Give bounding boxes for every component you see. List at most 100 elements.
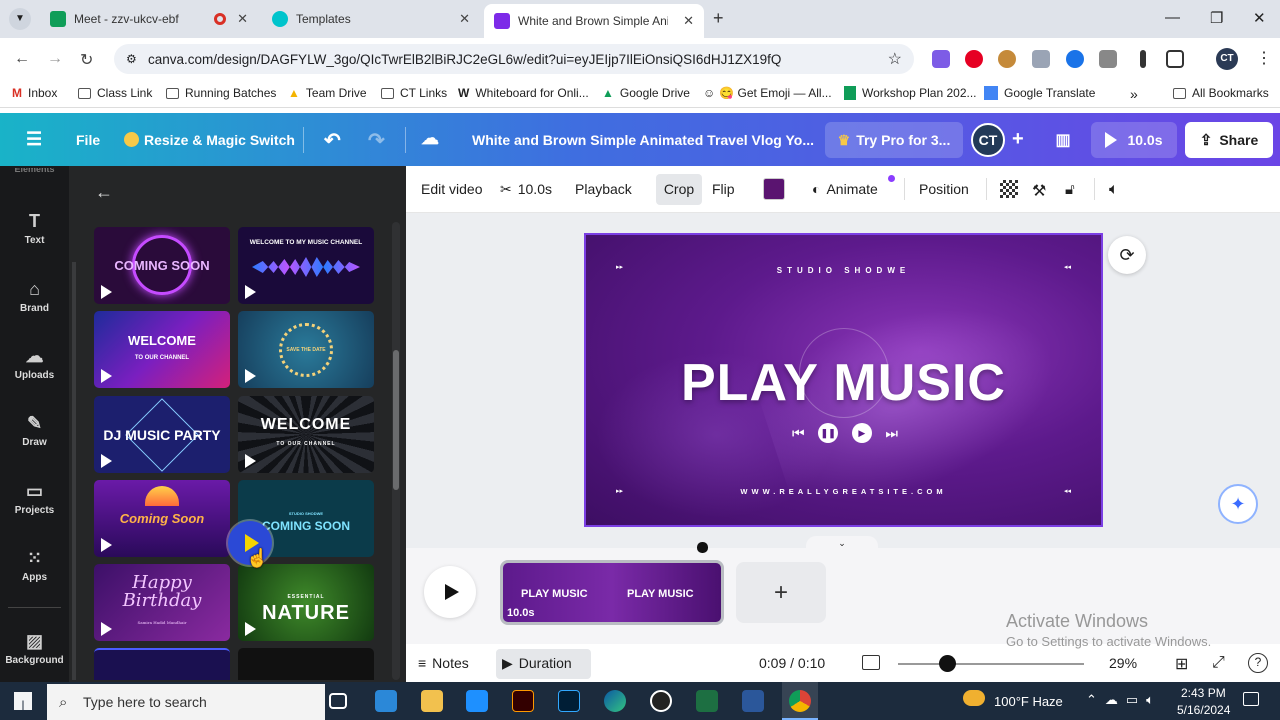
grid-view-icon[interactable] <box>862 655 880 670</box>
forward-icon[interactable]: → <box>47 50 63 68</box>
edge-icon[interactable] <box>604 690 626 712</box>
scrollbar-thumb[interactable] <box>393 350 399 490</box>
timeline-clip[interactable]: PLAY MUSIC PLAY MUSIC 10.0s <box>500 560 724 625</box>
bookmark-workshop-plan[interactable]: Workshop Plan 202... <box>844 86 977 100</box>
profile-avatar[interactable]: CT <box>1216 48 1238 70</box>
new-tab-button[interactable]: + <box>713 8 724 29</box>
playback-button[interactable]: Playback <box>575 181 632 197</box>
windows-start-icon[interactable] <box>14 692 32 710</box>
cloud-save-icon[interactable]: ☁ <box>421 128 439 149</box>
transparency-checker-icon[interactable] <box>1000 180 1018 198</box>
close-window-icon[interactable]: ✕ <box>1253 9 1266 27</box>
close-tab-icon[interactable]: ✕ <box>237 11 248 27</box>
volume-icon[interactable]: 🔈︎ <box>1109 181 1119 199</box>
play-preview-button[interactable]: 10.0s <box>1091 122 1177 158</box>
more-bookmarks-icon[interactable]: » <box>1130 86 1138 102</box>
clock-date[interactable]: 5/16/2024 <box>1177 703 1230 717</box>
weather-text[interactable]: 100°F Haze <box>994 694 1063 709</box>
notifications-icon[interactable] <box>1243 692 1259 706</box>
tab-current-design[interactable]: White and Brown Simple Anima ✕ <box>484 4 704 38</box>
minimize-icon[interactable]: — <box>1165 9 1180 26</box>
zoom-slider-track[interactable] <box>898 663 1084 665</box>
template-thumbnail[interactable]: COMING SOON <box>94 227 230 304</box>
template-thumbnail[interactable]: Happy Birthday Samira Hadid Mandhair <box>94 564 230 641</box>
pages-grid-icon[interactable]: ⊞ <box>1175 654 1188 674</box>
fullscreen-icon[interactable]: ⤢ <box>1212 654 1225 672</box>
restore-icon[interactable]: ❐ <box>1210 9 1223 27</box>
file-menu[interactable]: File <box>76 132 100 148</box>
magic-assistant-button[interactable]: ✦ <box>1218 484 1258 524</box>
cookie-icon[interactable] <box>998 50 1016 68</box>
slide-website[interactable]: WWW.REALLYGREATSITE.COM <box>586 487 1101 496</box>
rail-text[interactable]: T Text <box>0 211 69 246</box>
code-extension-icon[interactable] <box>1099 50 1117 68</box>
photoshop-icon[interactable] <box>558 690 580 712</box>
screen-recorder-icon[interactable] <box>1066 50 1084 68</box>
mail-icon[interactable] <box>375 690 397 712</box>
file-explorer-icon[interactable] <box>421 690 443 712</box>
tab-search-button[interactable]: ▼ <box>9 8 31 30</box>
play-icon[interactable] <box>101 369 112 383</box>
template-thumbnail[interactable]: WELCOME TO OUR CHANNEL <box>94 311 230 388</box>
bookmark-google-drive[interactable]: ▲ Google Drive <box>602 86 690 100</box>
help-icon[interactable]: ? <box>1248 653 1268 673</box>
template-thumbnail-partial[interactable] <box>238 648 374 680</box>
rail-background[interactable]: ▨ Background <box>0 631 69 666</box>
microsoft-store-icon[interactable] <box>466 690 488 712</box>
site-info-icon[interactable]: ⚙ <box>126 52 137 66</box>
back-icon[interactable]: ← <box>14 50 30 68</box>
share-button[interactable]: ⇪ Share <box>1185 122 1273 158</box>
rail-uploads[interactable]: ☁ Uploads <box>0 346 69 381</box>
close-tab-icon[interactable]: ✕ <box>459 11 470 27</box>
word-icon[interactable] <box>742 690 764 712</box>
illustrator-icon[interactable] <box>512 690 534 712</box>
excel-icon[interactable] <box>696 690 718 712</box>
template-thumbnail[interactable]: WELCOME TO MY MUSIC CHANNEL <box>238 227 374 304</box>
timeline-play-button[interactable] <box>424 566 476 618</box>
rail-apps[interactable]: ⁙ Apps <box>0 548 69 583</box>
trim-duration-button[interactable]: ✂ 10.0s <box>500 181 552 198</box>
hamburger-menu-icon[interactable]: ☰ <box>26 129 42 150</box>
chrome-icon[interactable] <box>789 690 811 712</box>
eyedropper-icon[interactable] <box>1140 50 1146 68</box>
try-pro-button[interactable]: ♛ Try Pro for 3... <box>825 122 963 158</box>
panel-back-icon[interactable]: ← <box>95 182 113 203</box>
bookmark-star-icon[interactable]: ☆ <box>888 49 902 69</box>
bookmark-inbox[interactable]: M Inbox <box>12 86 57 100</box>
bookmark-running-batches[interactable]: Running Batches <box>166 86 276 100</box>
play-icon[interactable] <box>245 369 256 383</box>
rail-elements-partial[interactable]: Elements <box>0 168 69 176</box>
design-title[interactable]: White and Brown Simple Animated Travel V… <box>472 132 814 148</box>
tab-meet[interactable]: Meet - zzv-ukcv-ebf ✕ <box>40 4 258 34</box>
redo-icon[interactable]: ↷ <box>368 128 385 153</box>
template-thumbnail[interactable]: Coming Soon <box>94 480 230 557</box>
reload-icon[interactable]: ↻ <box>80 50 93 70</box>
edit-video-button[interactable]: Edit video <box>421 181 482 197</box>
clock-time[interactable]: 2:43 PM <box>1181 686 1226 700</box>
tab-templates[interactable]: Templates ✕ <box>262 4 480 34</box>
play-icon[interactable] <box>245 285 256 299</box>
play-icon[interactable] <box>101 538 112 552</box>
collaborator-avatar[interactable]: CT <box>971 123 1005 157</box>
insights-chart-icon[interactable]: ▥ <box>1043 122 1083 158</box>
play-icon[interactable] <box>245 622 256 636</box>
bookmark-whiteboard[interactable]: W Whiteboard for Onli... <box>458 86 589 100</box>
pinterest-icon[interactable] <box>965 50 983 68</box>
color-swatch-button[interactable] <box>763 178 785 200</box>
lock-icon[interactable]: 🔓︎ <box>1065 181 1075 198</box>
play-icon[interactable] <box>245 454 256 468</box>
pen-extension-icon[interactable] <box>932 50 950 68</box>
panel-scrollbar[interactable] <box>392 222 400 680</box>
flip-button[interactable]: Flip <box>712 181 735 197</box>
rotate-refresh-button[interactable]: ⟳ <box>1108 236 1146 274</box>
bookmark-class-link[interactable]: Class Link <box>78 86 152 100</box>
system-tray-icons[interactable]: ⌃☁▭🔈︎ <box>1086 692 1162 708</box>
all-bookmarks[interactable]: All Bookmarks <box>1173 86 1269 100</box>
slide-title[interactable]: PLAY MUSIC <box>586 353 1101 413</box>
record-app-icon[interactable] <box>650 690 672 712</box>
bookmark-google-translate[interactable]: Google Translate <box>984 86 1095 100</box>
template-thumbnail-partial[interactable] <box>94 648 230 680</box>
design-slide[interactable]: ▸▸ ◂◂ ▸▸ ◂◂ STUDIO SHODWE PLAY MUSIC ⏮︎ … <box>584 233 1103 527</box>
template-thumbnail[interactable]: SAVE THE DATE <box>238 311 374 388</box>
add-collaborator-icon[interactable]: + <box>1012 128 1024 151</box>
